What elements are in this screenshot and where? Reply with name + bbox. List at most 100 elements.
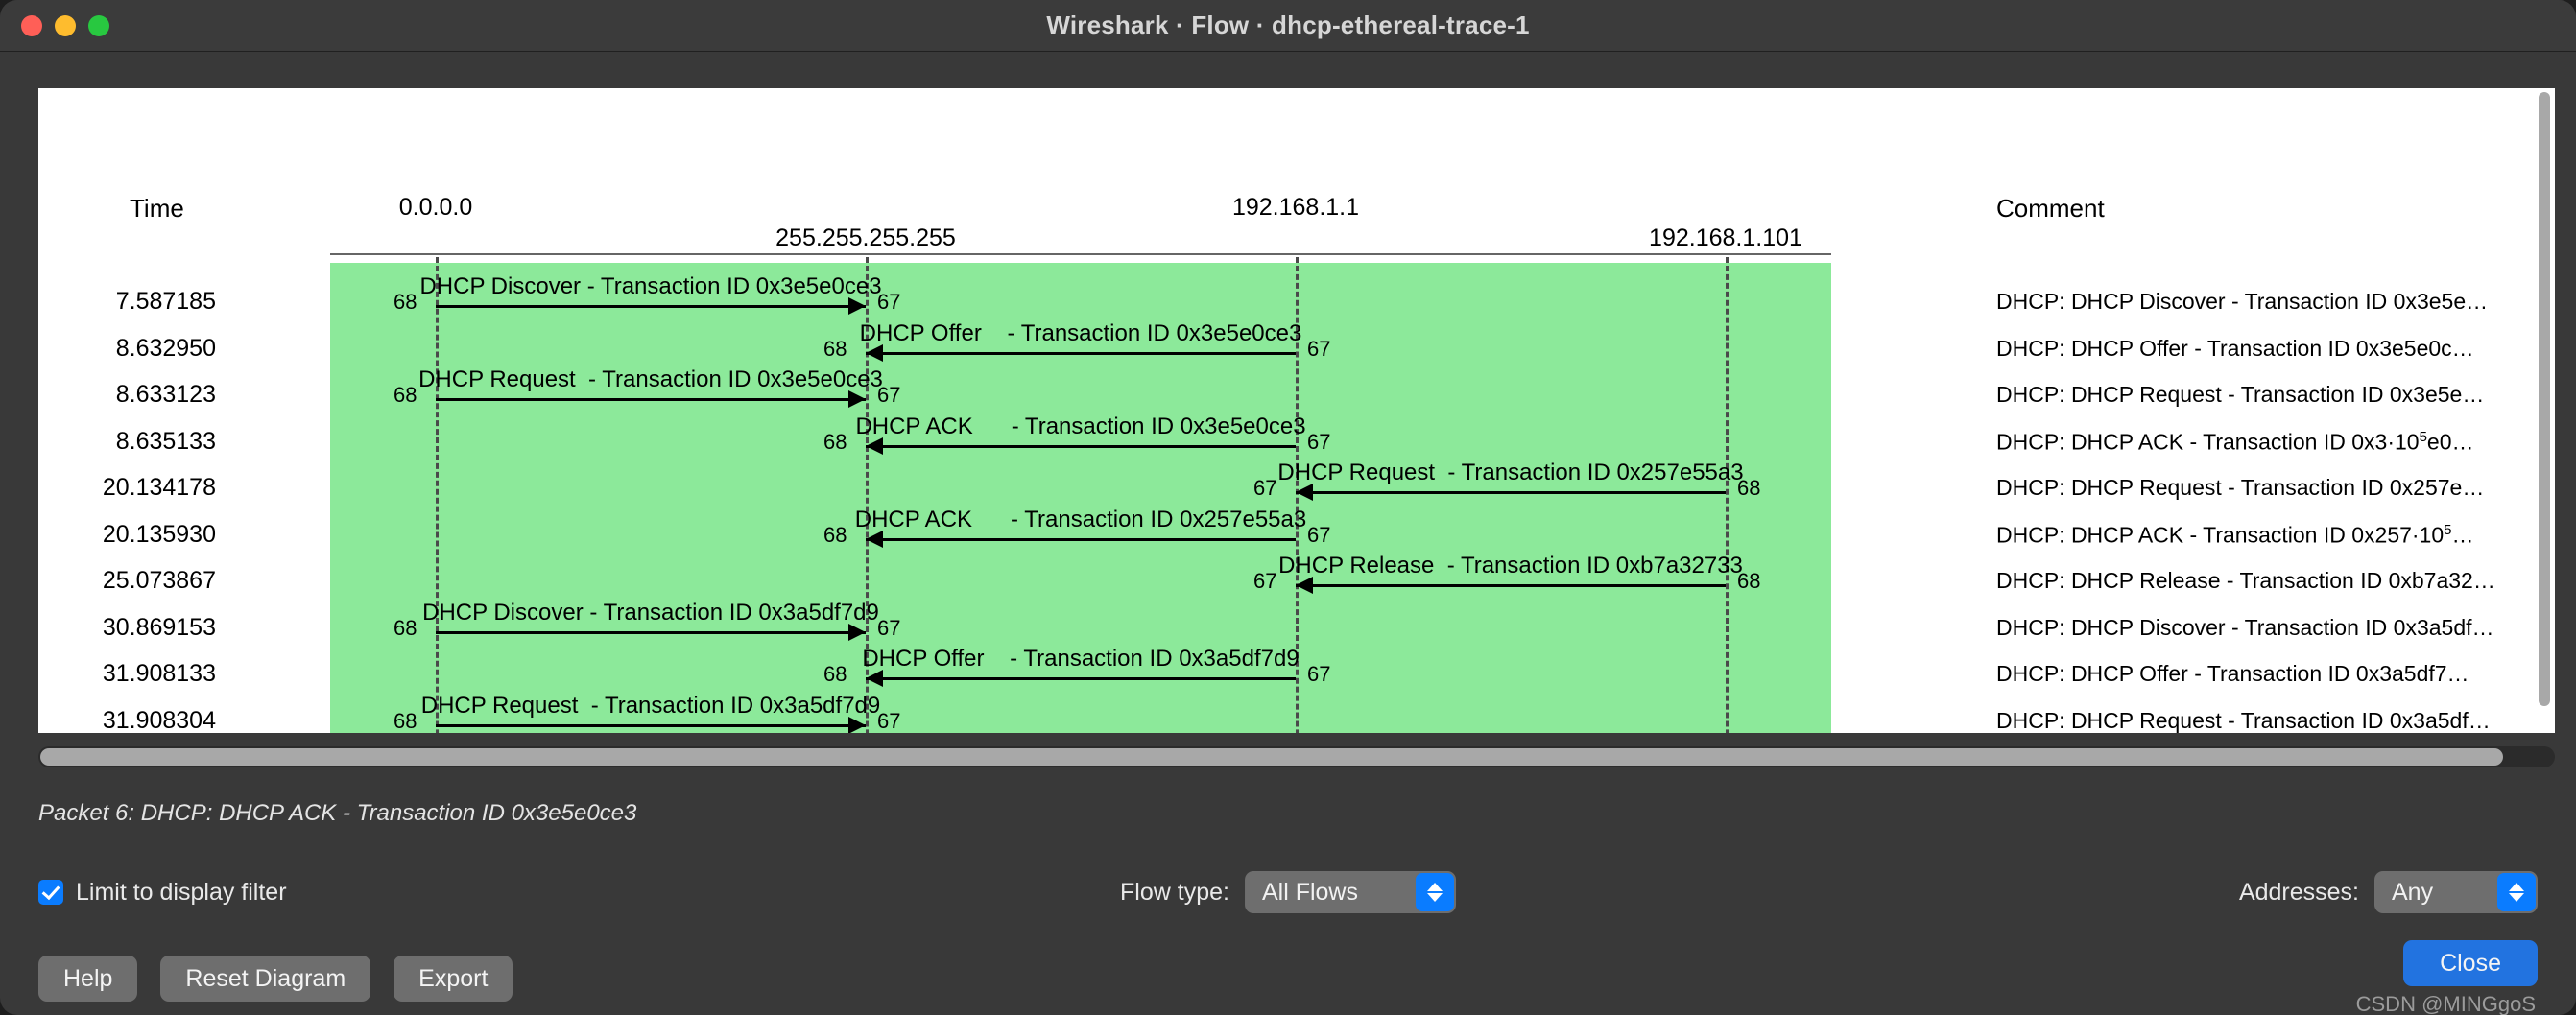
options-row: Limit to display filter Flow type: All F… [0,867,2576,917]
comment-value: DHCP: DHCP Offer - Transaction ID 0x3e5e… [1996,335,2474,361]
flow-diagram-panel: Time Comment 0.0.0.0 255.255.255.255 192.1… [38,88,2555,733]
comment-superscript: 5 [2444,521,2452,538]
chevron-updown-icon[interactable] [1415,873,1454,911]
limit-to-display-filter-checkbox[interactable] [38,880,63,905]
time-value: 31.908304 [102,706,216,734]
destination-port-label: 67 [1253,476,1277,500]
chevron-up-icon [1426,883,1443,891]
time-value: 20.135930 [102,520,216,548]
chevron-down-icon [1426,893,1443,902]
source-port-label: 68 [394,615,417,640]
comment-column-header: Comment [1996,194,2105,223]
comment-value: DHCP: DHCP Request - Transaction ID 0x3a… [1996,707,2491,733]
time-value: 25.073867 [102,567,216,594]
destination-port-label: 67 [877,615,901,640]
source-port-label: 67 [1307,662,1331,686]
horizontal-scroll-thumb[interactable] [40,748,2503,766]
flow-arrow-line[interactable] [1296,584,1726,587]
flow-arrow-line[interactable] [866,351,1296,355]
flow-arrow-line[interactable] [436,398,866,401]
flow-arrow-line[interactable] [436,305,866,308]
chevron-up-icon [2509,883,2524,891]
close-button-stack: Close CSDN @MINGgoS [2356,940,2538,1015]
flow-message-label: DHCP Request - Transaction ID 0x3e5e0ce3 [418,366,883,392]
time-value: 20.134178 [102,474,216,501]
source-port-label: 68 [1737,476,1761,500]
time-value: 31.908133 [102,660,216,687]
flow-arrow-line[interactable] [866,537,1296,541]
source-port-label: 68 [394,383,417,407]
help-button[interactable]: Help [38,956,138,1002]
time-column-header: Time [130,194,184,223]
source-port-label: 67 [1307,336,1331,361]
flow-message-label: DHCP ACK - Transaction ID 0x3e5e0ce3 [855,413,1306,439]
comment-value: DHCP: DHCP Request - Transaction ID 0x25… [1996,475,2485,500]
wireshark-flow-window: Wireshark · Flow · dhcp-ethereal-trace-1… [0,0,2576,1015]
flow-message-label: DHCP Release - Transaction ID 0xb7a32733 [1278,553,1743,578]
flow-arrow-line[interactable] [436,630,866,634]
time-value: 30.869153 [102,613,216,641]
lane-top-rule [330,253,1831,255]
time-value: 8.635133 [115,427,216,455]
flow-message-label: DHCP Discover - Transaction ID 0x3a5df7d… [422,599,879,626]
destination-port-label: 68 [823,429,847,454]
addresses-group: Addresses: Any [2239,871,2538,913]
diagram-vertical-scrollbar[interactable] [2534,88,2555,733]
window-titlebar: Wireshark · Flow · dhcp-ethereal-trace-1 [0,0,2576,52]
lifeline-192-168-1-101 [1726,257,1729,733]
close-button[interactable]: Close [2403,940,2538,986]
time-value: 8.633123 [115,381,216,408]
node-label-0-0-0-0: 0.0.0.0 [398,194,473,221]
reset-diagram-button[interactable]: Reset Diagram [160,956,371,1002]
destination-port-label: 67 [877,708,901,733]
time-value: 7.587185 [115,288,216,315]
addresses-select[interactable]: Any [2374,871,2538,913]
node-label-255-255-255-255: 255.255.255.255 [775,224,956,251]
flow-type-value: All Flows [1261,878,1358,906]
flow-diagram-canvas[interactable]: Time Comment 0.0.0.0 255.255.255.255 192.1… [38,88,2534,733]
comment-value: DHCP: DHCP ACK - Transaction ID 0x257·10… [1996,521,2474,548]
lifeline-0-0-0-0 [436,257,439,733]
flow-arrow-line[interactable] [866,444,1296,448]
destination-port-label: 67 [877,383,901,407]
comment-superscript: 5 [2419,428,2427,445]
chevron-down-icon [2509,893,2524,902]
flow-type-label: Flow type: [1120,878,1229,906]
limit-to-display-filter-group[interactable]: Limit to display filter [38,879,287,907]
flow-type-group: Flow type: All Flows [1120,871,1456,913]
comment-value: DHCP: DHCP Discover - Transaction ID 0x3… [1996,289,2489,314]
flow-message-label: DHCP Request - Transaction ID 0x3a5df7d9 [420,692,881,719]
window-title: Wireshark · Flow · dhcp-ethereal-trace-1 [1046,11,1530,39]
source-port-label: 68 [1737,569,1761,593]
watermark-text: CSDN @MINGgoS [2355,992,2536,1015]
vertical-scroll-thumb[interactable] [2539,92,2550,706]
addresses-value: Any [2392,878,2434,906]
node-label-192-168-1-1: 192.168.1.1 [1231,194,1360,221]
comment-value: DHCP: DHCP Offer - Transaction ID 0x3a5d… [1996,661,2469,686]
flow-type-select[interactable]: All Flows [1244,871,1456,913]
flow-message-label: DHCP Request - Transaction ID 0x257e55a3 [1277,460,1744,485]
destination-port-label: 67 [877,290,901,314]
flow-message-label: DHCP Offer - Transaction ID 0x3a5df7d9 [862,646,1300,672]
flow-message-label: DHCP Discover - Transaction ID 0x3e5e0ce… [419,273,882,299]
export-button[interactable]: Export [394,956,513,1002]
flow-arrow-line[interactable] [1296,491,1726,494]
flow-message-label: DHCP ACK - Transaction ID 0x257e55a3 [854,506,1307,532]
time-value: 8.632950 [115,334,216,362]
flow-arrow-line[interactable] [436,723,866,727]
destination-port-label: 68 [823,662,847,686]
chevron-updown-icon[interactable] [2497,873,2536,911]
destination-port-label: 68 [823,336,847,361]
destination-port-label: 68 [823,522,847,547]
flow-arrow-line[interactable] [866,677,1296,680]
selected-packet-status: Packet 6: DHCP: DHCP ACK - Transaction I… [38,800,637,826]
diagram-horizontal-scrollbar[interactable] [38,746,2555,767]
addresses-label: Addresses: [2238,878,2359,906]
node-label-192-168-1-101: 192.168.1.101 [1649,224,1802,251]
source-port-label: 68 [394,290,417,314]
source-port-label: 67 [1307,429,1331,454]
source-port-label: 68 [394,708,417,733]
source-port-label: 67 [1307,522,1331,547]
comment-value: DHCP: DHCP Discover - Transaction ID 0x3… [1996,614,2494,640]
comment-value: DHCP: DHCP ACK - Transaction ID 0x3·105e… [1996,428,2474,455]
